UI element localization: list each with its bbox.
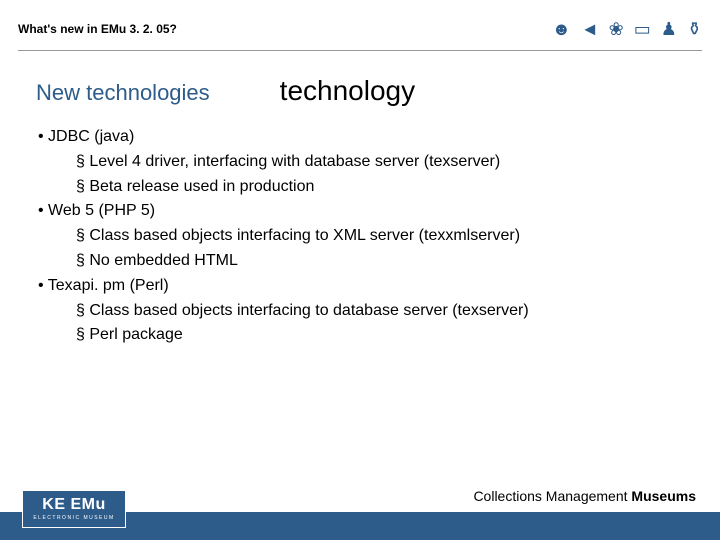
logo: KE EMu ELECTRONIC MUSEUM <box>22 490 126 528</box>
slide-header: What's new in EMu 3. 2. 05? ☻ ◄ ❀ ▭ ♟ ⚱ <box>0 0 720 50</box>
footer-text-prefix: Collections Management <box>473 488 631 504</box>
footer-text-strong: Museums <box>631 488 696 504</box>
list-item: Beta release used in production <box>28 175 684 200</box>
slide-content: JDBC (java) Level 4 driver, interfacing … <box>0 125 720 348</box>
list-item: No embedded HTML <box>28 249 684 274</box>
slide-subtitle: New technologies <box>36 80 210 106</box>
list-item: JDBC (java) <box>28 125 684 150</box>
list-item: Texapi. pm (Perl) <box>28 274 684 299</box>
logo-main: KE EMu <box>42 497 105 513</box>
fish-icon: ◄ <box>581 20 599 38</box>
urn-icon: ⚱ <box>687 20 702 38</box>
vase-icon: ♟ <box>661 20 677 38</box>
slide-title: technology <box>280 75 415 107</box>
list-item: Class based objects interfacing to XML s… <box>28 224 684 249</box>
mask-icon: ☻ <box>552 20 571 38</box>
list-item: Web 5 (PHP 5) <box>28 199 684 224</box>
logo-sub: ELECTRONIC MUSEUM <box>33 515 114 521</box>
list-item: Perl package <box>28 323 684 348</box>
list-item: Class based objects interfacing to datab… <box>28 299 684 324</box>
shell-icon: ❀ <box>609 20 624 38</box>
title-row: New technologies technology <box>0 51 720 125</box>
list-item: Level 4 driver, interfacing with databas… <box>28 150 684 175</box>
footer-text: Collections Management Museums <box>473 488 696 504</box>
frame-icon: ▭ <box>634 20 651 38</box>
header-icon-strip: ☻ ◄ ❀ ▭ ♟ ⚱ <box>552 20 702 38</box>
header-title: What's new in EMu 3. 2. 05? <box>18 22 177 36</box>
slide-footer: Collections Management Museums KE EMu EL… <box>0 478 720 540</box>
